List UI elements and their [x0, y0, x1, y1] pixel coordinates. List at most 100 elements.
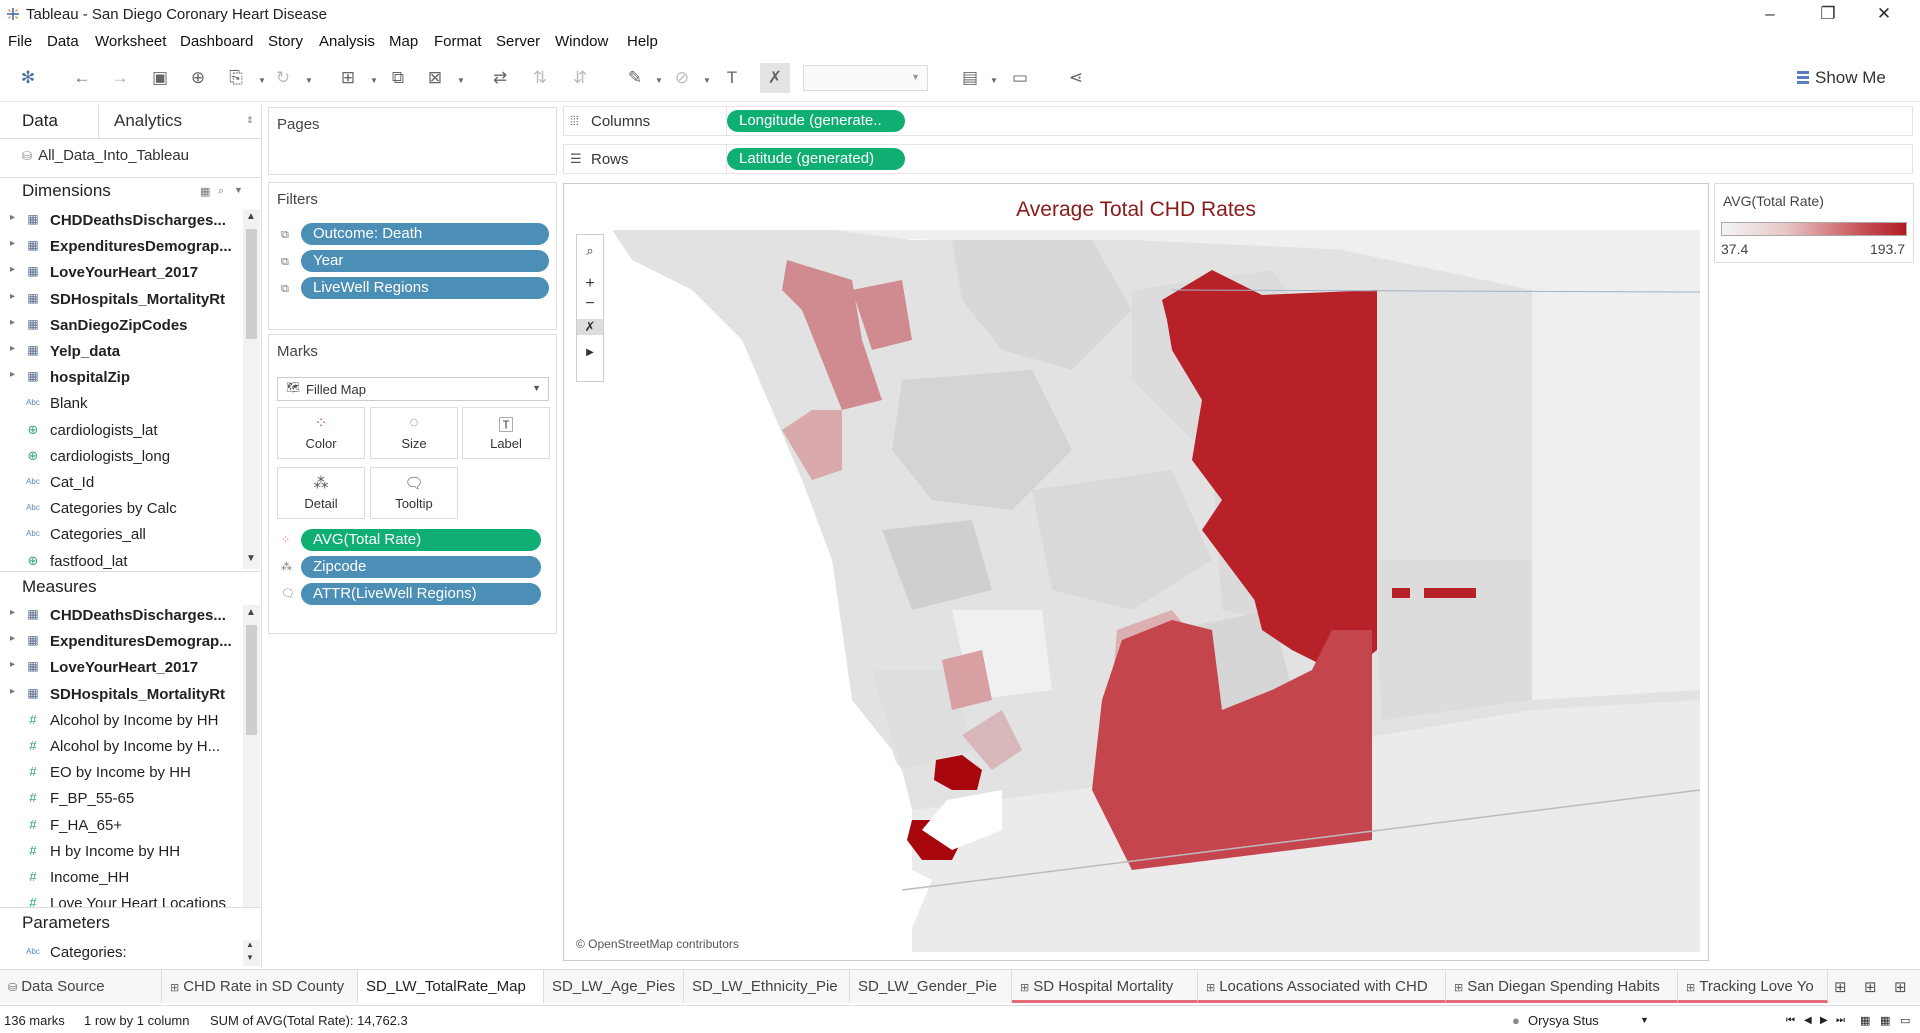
tableau-home-icon[interactable]: ✻ [18, 68, 38, 88]
menu-help[interactable]: Help [627, 33, 658, 50]
filter-pill-year[interactable]: Year [301, 250, 549, 272]
menu-file[interactable]: File [8, 33, 32, 50]
scroll-thumb[interactable] [246, 625, 257, 735]
filter-pill-livewell-regions[interactable]: LiveWell Regions [301, 277, 549, 299]
share-icon[interactable]: ⋖ [1066, 68, 1086, 88]
field-item[interactable]: Abc Blank [0, 391, 240, 417]
last-sheet-icon[interactable]: ⏭ [1836, 1015, 1845, 1026]
scroll-up-icon[interactable]: ▲ [246, 211, 256, 222]
new-worksheet-dropdown-icon[interactable]: ▼ [370, 76, 378, 85]
show-filmstrip-icon[interactable]: ▦ [1860, 1014, 1870, 1027]
marks-pill-livewell-regions[interactable]: ATTR(LiveWell Regions) [301, 583, 541, 605]
zoom-in-icon[interactable]: + [577, 275, 603, 293]
tab-data-source[interactable]: ⛁ Data Source [0, 970, 162, 1003]
scroll-down-icon[interactable]: ▼ [246, 553, 256, 564]
parameters-scrollbar[interactable]: ▲ ▼ [243, 940, 260, 966]
next-sheet-icon[interactable]: ▶ [1820, 1015, 1828, 1026]
field-item[interactable]: ▸ ▦ SDHospitals_MortalityRt [0, 287, 240, 313]
field-item[interactable]: ▸ ▦ Yelp_data [0, 339, 240, 365]
field-item[interactable]: # EO by Income by HH [0, 760, 240, 786]
scroll-down-icon[interactable]: ▼ [246, 953, 254, 962]
expand-icon[interactable]: ▸ [10, 238, 15, 249]
field-item[interactable]: Abc Categories_all [0, 522, 240, 548]
tab-sd-hospital-mortality[interactable]: ⊞ SD Hospital Mortality [1012, 970, 1198, 1003]
field-item[interactable]: # F_HA_65+ [0, 813, 240, 839]
tab-tracking-love[interactable]: ⊞ Tracking Love Yo [1678, 970, 1828, 1003]
scroll-up-icon[interactable]: ▲ [246, 607, 256, 618]
filter-pill-outcome[interactable]: Outcome: Death [301, 223, 549, 245]
group-dropdown-icon[interactable]: ▼ [703, 76, 711, 85]
marks-pill-avg-total-rate[interactable]: AVG(Total Rate) [301, 529, 541, 551]
group-members-icon[interactable]: ⊘ [672, 68, 692, 88]
expand-icon[interactable]: ▸ [10, 659, 15, 670]
map-search-icon[interactable]: ⌕ [577, 243, 603, 259]
mark-type-dropdown[interactable]: 🗺 Filled Map ▼ [277, 377, 549, 401]
pin-axes-icon[interactable]: ✗ [760, 63, 790, 93]
cards-dropdown-icon[interactable]: ▼ [990, 76, 998, 85]
reset-map-icon[interactable]: ✗ [577, 319, 603, 335]
color-legend[interactable]: AVG(Total Rate) 37.4 193.7 [1714, 183, 1914, 263]
field-item[interactable]: ▸ ▦ ExpendituresDemograp... [0, 629, 240, 655]
redo-icon[interactable]: → [110, 68, 130, 88]
rows-pill-latitude[interactable]: Latitude (generated) [727, 148, 905, 170]
pages-shelf[interactable]: Pages [268, 107, 557, 175]
highlight-icon[interactable]: ✎ [625, 68, 645, 88]
scroll-thumb[interactable] [246, 229, 257, 339]
new-datasource-icon[interactable]: ⊕ [188, 68, 208, 88]
sort-ascending-icon[interactable]: ⇅ [530, 68, 550, 88]
tab-sd-lw-gender-pie[interactable]: SD_LW_Gender_Pie [850, 970, 1012, 1003]
field-item[interactable]: # H by Income by HH [0, 839, 240, 865]
new-story-icon[interactable]: ⊞ [1894, 978, 1907, 996]
duplicate-sheet-icon[interactable]: ⧉ [388, 68, 408, 88]
color-button[interactable]: ⁘ Color [277, 407, 365, 459]
undo-icon[interactable]: ← [72, 68, 92, 88]
refresh-icon[interactable]: ↻ [273, 68, 293, 88]
restore-icon[interactable]: ❐ [1818, 4, 1838, 24]
menu-map[interactable]: Map [389, 33, 418, 50]
menu-worksheet[interactable]: Worksheet [95, 33, 166, 50]
user-name[interactable]: Orysya Stus [1528, 1013, 1599, 1028]
new-worksheet-icon[interactable]: ⊞ [338, 68, 358, 88]
show-me-button[interactable]: Show Me [1797, 68, 1886, 88]
field-item[interactable]: ▸ ▦ ExpendituresDemograp... [0, 234, 240, 260]
close-icon[interactable]: ✕ [1874, 4, 1894, 24]
field-item[interactable]: ▸ ▦ LoveYourHeart_2017 [0, 655, 240, 681]
field-item[interactable]: ▸ ▦ SDHospitals_MortalityRt [0, 682, 240, 708]
field-item[interactable]: ▸ ▦ LoveYourHeart_2017 [0, 260, 240, 286]
view-list-icon[interactable]: ▦ [200, 185, 210, 198]
datasource-item[interactable]: ⛁ All_Data_Into_Tableau [22, 147, 189, 164]
pane-menu-icon[interactable]: ⇕ [246, 115, 254, 126]
tooltip-button[interactable]: 🗨 Tooltip [370, 467, 458, 519]
expand-toolbar-icon[interactable]: ▶ [577, 347, 603, 358]
zoom-out-icon[interactable]: − [577, 295, 603, 313]
pause-updates-icon[interactable]: ⎘ [226, 68, 246, 88]
viz-area[interactable]: Average Total CHD Rates ⌕ + − ✗ ▶ © Open… [563, 183, 1709, 961]
filled-map[interactable] [572, 230, 1700, 952]
clear-sheet-icon[interactable]: ⊠ [425, 68, 445, 88]
show-hide-cards-icon[interactable]: ▤ [960, 68, 980, 88]
menu-dashboard[interactable]: Dashboard [180, 33, 253, 50]
save-icon[interactable]: ▣ [150, 68, 170, 88]
field-item[interactable]: Abc Cat_Id [0, 470, 240, 496]
menu-analysis[interactable]: Analysis [319, 33, 375, 50]
clear-sheet-dropdown-icon[interactable]: ▼ [457, 76, 465, 85]
dimensions-scrollbar[interactable]: ▲ ▼ [243, 209, 260, 569]
tab-analytics[interactable]: Analytics [114, 111, 182, 131]
field-item[interactable]: ⊕ cardiologists_lat [0, 418, 240, 444]
show-sheet-sorter-icon[interactable]: ▦ [1880, 1014, 1890, 1027]
expand-icon[interactable]: ▸ [10, 369, 15, 380]
field-item[interactable]: Abc Categories by Calc [0, 496, 240, 522]
detail-button[interactable]: ⁂ Detail [277, 467, 365, 519]
highlight-dropdown-icon[interactable]: ▼ [655, 76, 663, 85]
menu-window[interactable]: Window [555, 33, 608, 50]
field-item[interactable]: ▸ ▦ hospitalZip [0, 365, 240, 391]
tab-data[interactable]: Data [22, 111, 58, 131]
tab-chd-rate[interactable]: ⊞ CHD Rate in SD County [162, 970, 358, 1003]
show-tabs-icon[interactable]: ▭ [1900, 1014, 1910, 1027]
field-item[interactable]: # Income_HH [0, 865, 240, 891]
tab-sd-lw-totalrate-map[interactable]: SD_LW_TotalRate_Map [358, 970, 544, 1003]
menu-story[interactable]: Story [268, 33, 303, 50]
refresh-dropdown-icon[interactable]: ▼ [305, 76, 313, 85]
expand-icon[interactable]: ▸ [10, 633, 15, 644]
menu-data[interactable]: Data [47, 33, 79, 50]
